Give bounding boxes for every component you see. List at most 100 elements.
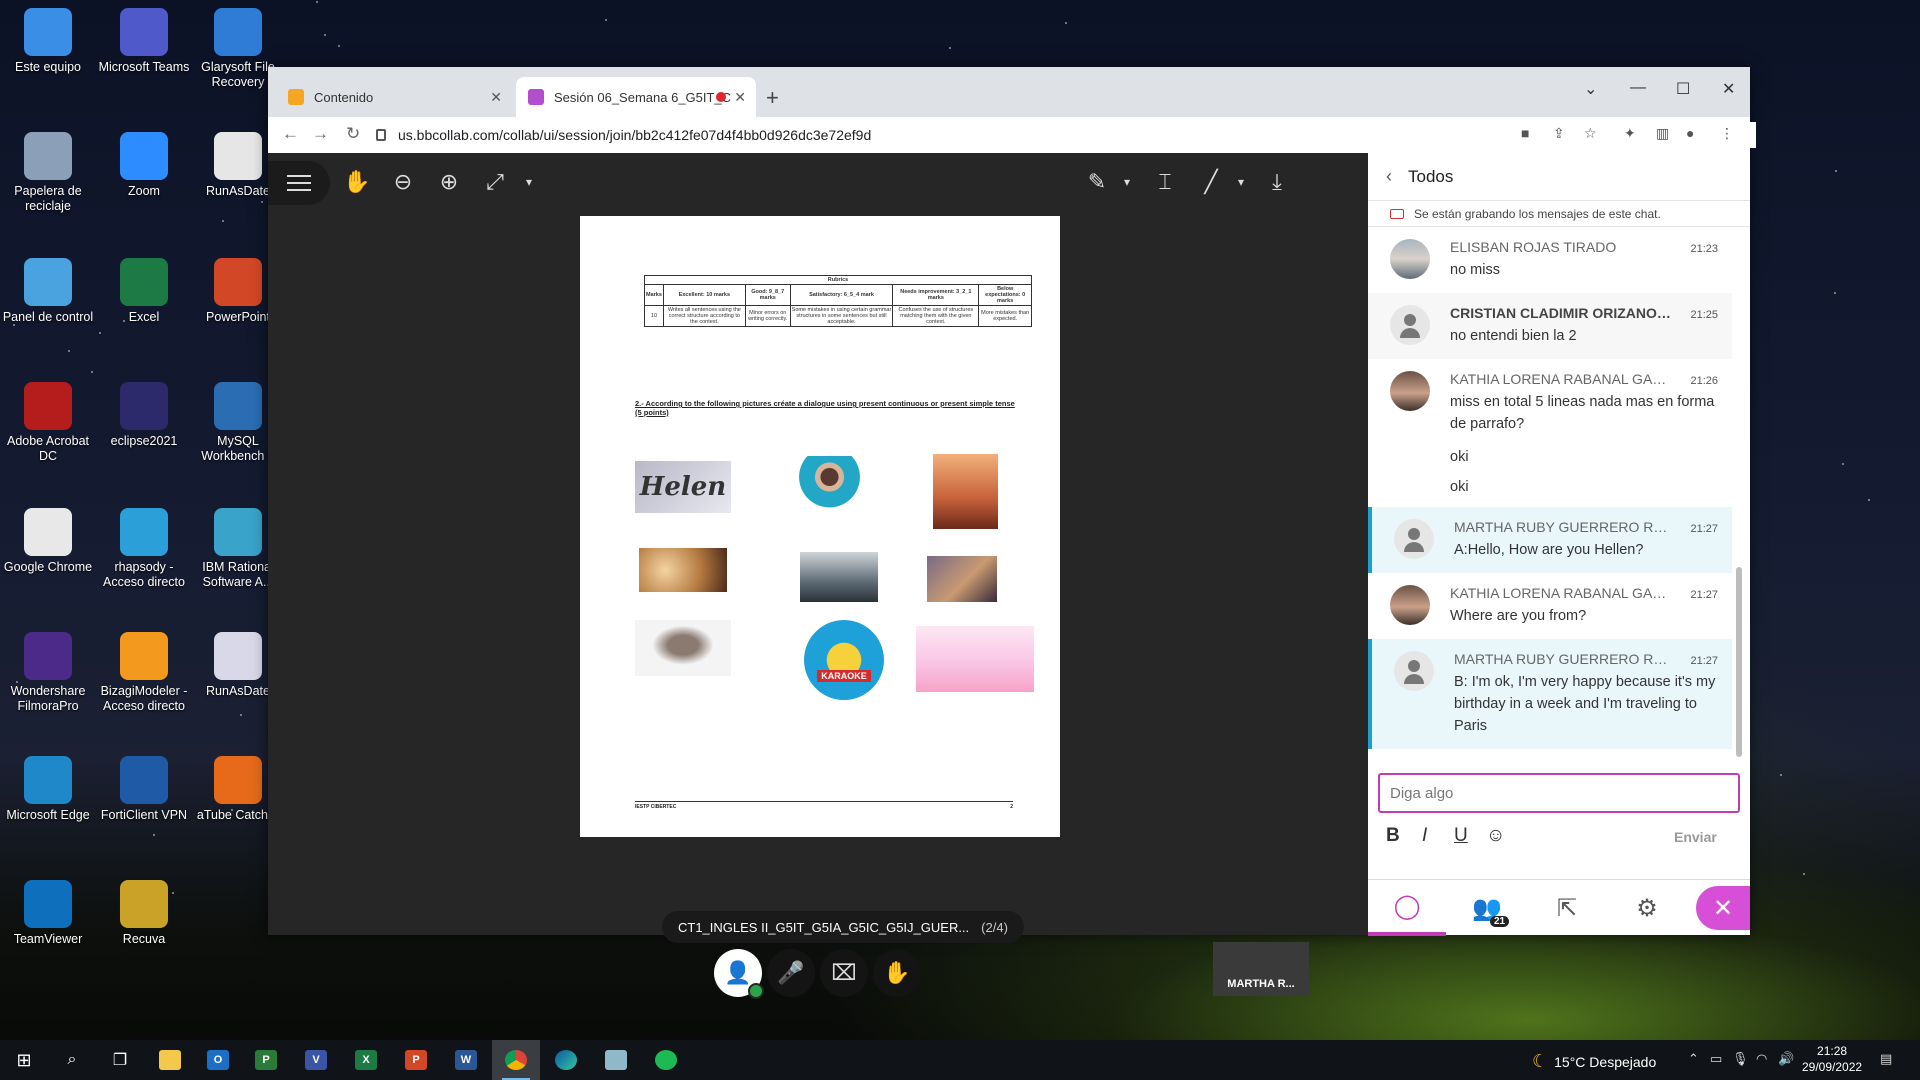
clock[interactable]: 21:28 29/09/2022 — [1802, 1043, 1862, 1075]
desktop-icon[interactable]: Adobe Acrobat DC — [0, 382, 96, 464]
bold-button[interactable]: B — [1386, 825, 1400, 847]
desktop-icon[interactable]: BizagiModeler - Acceso directo — [96, 632, 192, 714]
desktop-icon[interactable]: Google Chrome — [0, 508, 96, 575]
tab-contenido[interactable]: Contenido ✕ — [276, 77, 512, 117]
edge-icon — [555, 1050, 577, 1070]
hand-icon[interactable]: ✋ — [340, 165, 374, 199]
text-icon[interactable]: ⌶ — [1148, 165, 1182, 199]
desktop-icon[interactable]: Este equipo — [0, 8, 96, 75]
camera-off-icon: ⌧ — [831, 960, 857, 985]
device-icon[interactable]: ▭ — [1710, 1051, 1722, 1067]
weather-widget[interactable]: ☾ 15°C Despejado — [1532, 1051, 1656, 1072]
desktop-icon[interactable]: Microsoft Teams — [96, 8, 192, 75]
taskbar-excel[interactable]: X — [342, 1040, 390, 1080]
notifications-icon[interactable]: ▤ — [1880, 1051, 1892, 1067]
close-window-button[interactable]: ✕ — [1722, 79, 1735, 99]
tab-session[interactable]: Sesión 06_Semana 6_G5IT_C ✕ — [516, 77, 756, 117]
sidepanel-icon[interactable]: ▥ — [1656, 125, 1669, 142]
volume-icon[interactable]: 🔊 — [1778, 1051, 1794, 1067]
close-panel-button[interactable]: ✕ — [1696, 886, 1750, 930]
share-icon[interactable]: ⇪ — [1553, 125, 1565, 142]
extensions-icon[interactable]: ✦ — [1624, 125, 1636, 142]
taskbar-app[interactable] — [592, 1040, 640, 1080]
taskbar-visio[interactable]: V — [292, 1040, 340, 1080]
microphone-off-button[interactable]: 🎤 — [767, 949, 815, 997]
camera-off-button[interactable]: ⌧ — [820, 949, 868, 997]
download-icon[interactable]: ⤓ — [1260, 165, 1294, 199]
share-content-tab[interactable]: ⇱ — [1528, 880, 1606, 936]
emoji-icon[interactable]: ☺ — [1486, 825, 1505, 847]
camera-icon[interactable]: ■ — [1521, 125, 1529, 141]
new-tab-button[interactable]: + — [766, 85, 779, 111]
desktop-icon[interactable]: Excel — [96, 258, 192, 325]
desktop-icon[interactable]: TeamViewer — [0, 880, 96, 947]
zoom-in-icon[interactable]: ⊕ — [432, 165, 466, 199]
desktop-icon[interactable]: Papelera de reciclaje — [0, 132, 96, 214]
chat-tab[interactable]: ◯ — [1368, 880, 1446, 936]
taskbar-word[interactable]: W — [442, 1040, 490, 1080]
desktop-icon-label: rhapsody - Acceso directo — [103, 560, 185, 589]
minimize-button[interactable]: — — [1630, 79, 1646, 97]
taskbar-chrome[interactable] — [492, 1040, 540, 1080]
session-menu-button[interactable] — [268, 161, 330, 205]
desktop-icon[interactable]: Wondershare FilmoraPro — [0, 632, 96, 714]
mic-icon[interactable]: 🎙 — [1732, 1051, 1749, 1067]
fit-icon[interactable]: ⤢ — [478, 165, 512, 199]
underline-button[interactable]: U — [1454, 825, 1468, 847]
taskbar-edge[interactable] — [542, 1040, 590, 1080]
rubric-cell: Some mistakes in using certain grammar s… — [789, 305, 894, 327]
message-time: 21:27 — [1690, 589, 1718, 601]
chat-input[interactable]: Diga algo — [1378, 773, 1740, 813]
zoom-out-icon[interactable]: ⊖ — [386, 165, 420, 199]
forward-icon[interactable]: → — [312, 124, 329, 144]
scroll-thumb[interactable] — [1736, 567, 1742, 757]
search-button[interactable]: ⌕ — [48, 1040, 96, 1080]
chat-scrollbar[interactable] — [1734, 233, 1744, 763]
wifi-icon[interactable]: ◠ — [1756, 1051, 1767, 1067]
back-icon[interactable]: ‹ — [1386, 166, 1392, 187]
star-icon[interactable]: ☆ — [1584, 125, 1597, 142]
taskbar-spotify[interactable] — [642, 1040, 690, 1080]
send-button[interactable]: Enviar — [1674, 829, 1717, 845]
participants-tab[interactable]: 👥 21 — [1448, 880, 1526, 936]
app-icon — [24, 258, 72, 306]
close-icon[interactable]: ✕ — [734, 89, 746, 106]
chevron-down-icon[interactable]: ▾ — [1110, 165, 1144, 199]
desktop-icon[interactable]: rhapsody - Acceso directo — [96, 508, 192, 590]
desktop-icon[interactable]: Zoom — [96, 132, 192, 199]
check-icon — [748, 983, 764, 999]
italic-button[interactable]: I — [1422, 825, 1427, 847]
desktop-icon[interactable]: FortiClient VPN — [96, 756, 192, 823]
video-tile[interactable]: MARTHA R... — [1213, 942, 1309, 996]
chat-message: ELISBAN ROJAS TIRADO 21:23 no miss — [1368, 227, 1732, 293]
chevron-down-icon[interactable]: ⌄ — [1584, 79, 1597, 99]
settings-tab[interactable]: ⚙ — [1608, 880, 1686, 936]
chevron-down-icon[interactable]: ▾ — [1224, 165, 1258, 199]
desktop-icon[interactable]: Microsoft Edge — [0, 756, 96, 823]
desktop-icon-label: eclipse2021 — [110, 434, 178, 448]
desktop-icon[interactable]: eclipse2021 — [96, 382, 192, 449]
taskbar-explorer[interactable] — [146, 1040, 194, 1080]
profile-icon[interactable]: ● — [1686, 125, 1694, 141]
back-icon[interactable]: ← — [282, 124, 299, 144]
visio-icon: V — [305, 1050, 327, 1070]
reload-icon[interactable]: ↻ — [346, 124, 360, 144]
start-button[interactable]: ⊞ — [0, 1040, 48, 1080]
desktop-icon[interactable]: Panel de control — [0, 258, 96, 325]
chevron-down-icon[interactable]: ▾ — [512, 165, 546, 199]
status-button[interactable]: 👤 — [714, 949, 764, 999]
line-icon[interactable]: ╱ — [1194, 165, 1228, 199]
raise-hand-button[interactable]: ✋ — [873, 949, 921, 997]
pen-icon[interactable]: ✎ — [1080, 165, 1114, 199]
desktop-icon[interactable]: Recuva — [96, 880, 192, 947]
close-icon[interactable]: ✕ — [490, 89, 502, 106]
taskbar-project[interactable]: P — [242, 1040, 290, 1080]
chevron-up-icon[interactable]: ⌃ — [1688, 1051, 1699, 1067]
task-view-button[interactable]: ❐ — [96, 1040, 144, 1080]
menu-icon[interactable]: ⋮ — [1720, 125, 1734, 142]
taskbar-outlook[interactable]: O — [194, 1040, 242, 1080]
url-field[interactable]: us.bbcollab.com/collab/ui/session/join/b… — [376, 122, 1756, 148]
share-icon: ⇱ — [1556, 894, 1578, 922]
maximize-button[interactable]: ☐ — [1676, 79, 1690, 99]
taskbar-powerpoint[interactable]: P — [392, 1040, 440, 1080]
